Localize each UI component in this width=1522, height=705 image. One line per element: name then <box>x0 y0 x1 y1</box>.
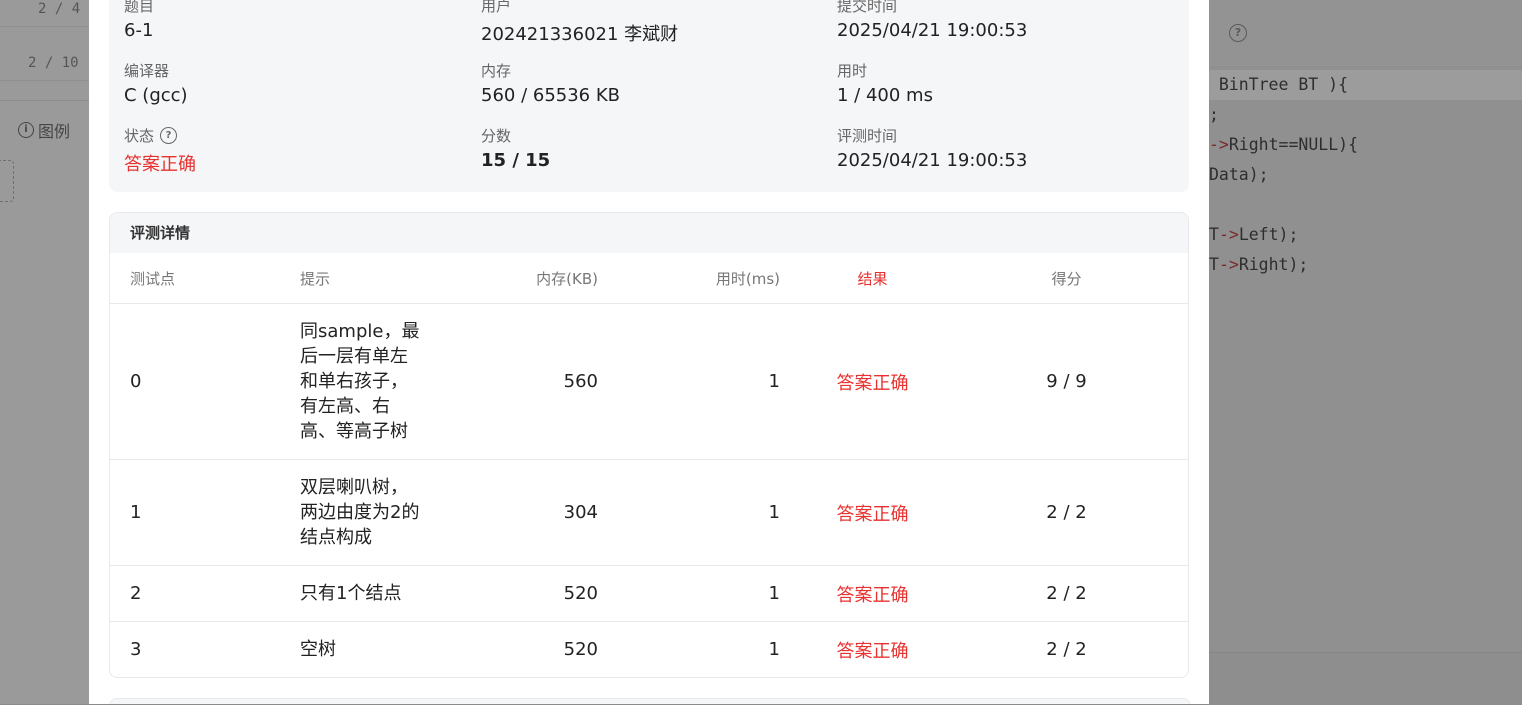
field-judge-time: 评测时间 2025/04/21 19:00:53 <box>837 125 1027 171</box>
field-memory: 内存 560 / 65536 KB <box>481 60 620 106</box>
column-header: 结果 <box>800 253 945 304</box>
field-label: 用户 <box>481 0 512 15</box>
testcase-memory: 560 <box>500 303 610 460</box>
judge-detail-title: 评测详情 <box>110 213 1188 253</box>
testcase-result: 答案正确 <box>836 640 909 662</box>
table-row: 0 同sample，最 后一层有单左 和单右孩子， 有左高、右 高、等高子树 5… <box>110 303 1188 460</box>
code-line: ; <box>1209 105 1219 124</box>
submission-info-card: 题目 6-1 用户 202421336021 李斌财 提交时间 2025/04/… <box>109 0 1189 192</box>
editor-toolbar: ? <box>1209 0 1522 66</box>
field-label: 内存 <box>481 62 512 80</box>
testcase-time: 1 <box>610 565 800 622</box>
testcase-index: 3 <box>130 639 142 661</box>
testcase-time: 1 <box>610 459 800 566</box>
field-value[interactable]: 6-1 <box>124 20 154 41</box>
field-value: C (gcc) <box>124 85 188 106</box>
testcase-hint: 空树 <box>300 639 336 661</box>
info-icon: i <box>18 122 34 138</box>
testcase-time: 1 <box>768 639 780 661</box>
testcase-score: 2 / 2 <box>945 565 1188 622</box>
field-status: 状态 ? 答案正确 <box>124 125 196 176</box>
field-label: 题目 <box>124 0 155 15</box>
field-time-used: 用时 1 / 400 ms <box>837 60 933 106</box>
testcase-hint: 只有1个结点 <box>300 565 500 622</box>
code-editor: BinTree BT ){ ; ->Right==NULL){ Data); T… <box>1209 66 1522 652</box>
code-line: BinTree BT ){ <box>1199 75 1349 94</box>
pager-indicator: 2 / 4 <box>0 0 89 27</box>
testcase-result: 答案正确 <box>800 565 945 622</box>
question-icon[interactable]: ? <box>160 127 178 144</box>
table-header-row: 测试点 提示 内存(KB) 用时(ms) 结果 得分 <box>110 253 1188 304</box>
code-line: ->Right==NULL){ <box>1209 135 1359 154</box>
testcase-index: 1 <box>110 459 300 566</box>
field-label: 评测时间 <box>837 127 898 145</box>
editor-footer <box>1209 652 1522 705</box>
dashed-placeholder <box>0 160 14 202</box>
table-row: 2 只有1个结点 520 1 答案正确 2 / 2 <box>110 565 1188 622</box>
testcase-index: 2 <box>110 565 300 622</box>
divider <box>0 100 89 101</box>
field-value: 560 / 65536 KB <box>481 85 620 106</box>
table-row: 3 空树 520 1 答案正确 2 / 2 <box>110 622 1188 678</box>
testcase-result: 答案正确 <box>800 459 945 566</box>
field-value: 2025/04/21 19:00:53 <box>837 150 1028 171</box>
field-value: 202421336021 李斌财 <box>481 24 679 45</box>
help-icon[interactable]: ? <box>1229 24 1247 42</box>
field-value: 15 / 15 <box>481 150 551 171</box>
pager-indicator: 2 / 10 <box>0 45 89 81</box>
next-section-card <box>109 698 1191 704</box>
field-value: 1 / 400 ms <box>837 85 933 106</box>
testcase-time: 1 <box>610 303 800 460</box>
background-left-panel: 2 / 4 2 / 10 i 图例 <box>0 0 89 704</box>
field-compiler: 编译器 C (gcc) <box>124 60 188 106</box>
testcase-memory: 520 <box>500 565 610 622</box>
testcase-hint: 同sample，最 后一层有单左 和单右孩子， 有左高、右 高、等高子树 <box>300 303 500 460</box>
testcase-hint: 双层喇叭树， 两边由度为2的 结点构成 <box>300 459 500 566</box>
judge-detail-card: 评测详情 测试点 提示 内存(KB) 用时(ms) 结果 得分 0 同sampl… <box>109 212 1189 678</box>
code-line: T->Right); <box>1209 255 1309 274</box>
testcase-memory: 520 <box>563 639 598 661</box>
field-value: 2025/04/21 19:00:53 <box>837 20 1028 41</box>
table-row: 1 双层喇叭树， 两边由度为2的 结点构成 304 1 答案正确 2 / 2 <box>110 459 1188 566</box>
status-value: 答案正确 <box>124 154 196 175</box>
submission-detail-modal: 题目 6-1 用户 202421336021 李斌财 提交时间 2025/04/… <box>89 0 1209 704</box>
testcase-score: 9 / 9 <box>945 303 1188 460</box>
testcase-result: 答案正确 <box>800 303 945 460</box>
column-header: 用时(ms) <box>610 253 800 304</box>
field-label: 提交时间 <box>837 0 898 15</box>
code-line: T->Left); <box>1209 225 1299 244</box>
field-user: 用户 202421336021 李斌财 <box>481 0 678 46</box>
testcase-score: 2 / 2 <box>1046 639 1087 661</box>
field-submit-time: 提交时间 2025/04/21 19:00:53 <box>837 0 1027 41</box>
field-label: 编译器 <box>124 62 170 80</box>
column-header: 测试点 <box>110 253 300 304</box>
field-label: 用时 <box>837 62 868 80</box>
field-label: 分数 <box>481 127 512 145</box>
field-problem: 题目 6-1 <box>124 0 154 41</box>
legend-button[interactable]: i 图例 <box>18 118 70 142</box>
code-line: Data); <box>1209 165 1269 184</box>
column-header: 得分 <box>945 253 1188 304</box>
background-code-panel: ? BinTree BT ){ ; ->Right==NULL){ Data);… <box>1209 0 1522 705</box>
testcase-score: 2 / 2 <box>945 459 1188 566</box>
testcase-index: 0 <box>110 303 300 460</box>
legend-label: 图例 <box>38 122 71 141</box>
testcase-memory: 304 <box>500 459 610 566</box>
field-score: 分数 15 / 15 <box>481 125 550 171</box>
testcase-table: 测试点 提示 内存(KB) 用时(ms) 结果 得分 0 同sample，最 后… <box>110 253 1188 678</box>
column-header: 内存(KB) <box>500 253 610 304</box>
field-label: 状态 <box>124 127 155 145</box>
column-header: 提示 <box>300 253 500 304</box>
